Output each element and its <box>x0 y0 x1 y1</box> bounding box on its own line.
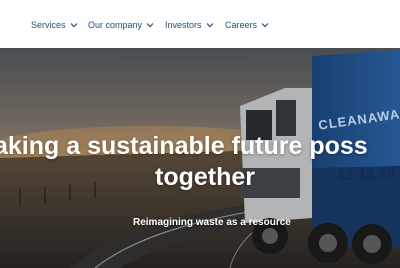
chevron-down-icon <box>70 23 77 28</box>
nav-item-careers[interactable]: Careers <box>225 18 269 32</box>
page: Services Our company Investors Careers C… <box>0 0 400 268</box>
chevron-down-icon <box>261 23 269 28</box>
nav-item-investors[interactable]: Investors <box>165 18 214 32</box>
hero-title-line-1: aking a sustainable future poss <box>0 132 368 160</box>
chevron-down-icon <box>146 23 154 28</box>
nav-item-investors-label: Investors <box>165 20 202 30</box>
nav-item-our-company-label: Our company <box>88 20 143 30</box>
hero-subtitle: Reimagining waste as a resource <box>133 217 291 228</box>
nav-item-services-label: Services <box>31 20 66 30</box>
chevron-down-icon <box>206 23 213 28</box>
nav-item-careers-label: Careers <box>225 20 258 30</box>
hero-banner: CLEANAWA 13 13 39 aking a sustainable fu… <box>0 48 400 268</box>
top-navigation: Services Our company Investors Careers <box>0 0 400 48</box>
nav-item-our-company[interactable]: Our company <box>88 18 154 32</box>
hero-title-line-2: together <box>155 163 255 191</box>
nav-item-services[interactable]: Services <box>31 18 78 32</box>
truck-phone-number: 13 13 39 <box>336 164 396 185</box>
